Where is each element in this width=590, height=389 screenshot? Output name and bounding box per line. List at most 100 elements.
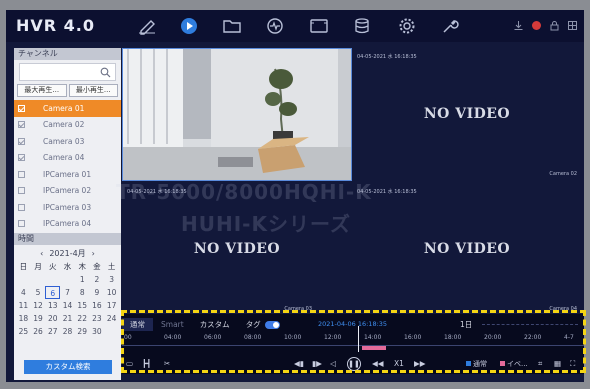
top-bar: HVR 4.0 — [6, 10, 584, 42]
camera-label: Camera 01 — [43, 103, 85, 113]
calendar-day[interactable]: 14 — [60, 299, 75, 312]
grid-icon[interactable] — [567, 20, 578, 31]
camera-checkbox[interactable] — [18, 104, 25, 112]
play-icon[interactable] — [178, 17, 200, 35]
camera-checkbox[interactable] — [18, 121, 25, 129]
calendar-day[interactable]: 21 — [60, 312, 75, 325]
calendar-day[interactable]: 17 — [104, 299, 119, 312]
pen-icon[interactable] — [136, 17, 158, 35]
folder-icon[interactable] — [221, 17, 243, 35]
channel-search-input[interactable] — [19, 63, 116, 81]
camera-label: Camera 02 — [549, 171, 577, 177]
calendar-day[interactable]: 28 — [60, 325, 75, 338]
time-header: 時間 — [14, 233, 121, 245]
camera-feed — [122, 48, 352, 181]
calendar-day[interactable]: 13 — [45, 299, 60, 312]
camera-label: IPCamera 02 — [43, 186, 92, 196]
calendar-day[interactable]: 23 — [90, 312, 105, 325]
min-playback-button[interactable]: 最小再生... — [68, 84, 118, 97]
video-cell-1[interactable] — [122, 48, 352, 183]
gear-icon[interactable] — [396, 17, 418, 35]
watermark-line-1: TR-5000/8000HQHI-K — [116, 180, 372, 204]
highlight-box — [121, 310, 586, 373]
download-icon[interactable] — [513, 20, 524, 31]
wrench-icon[interactable] — [439, 17, 461, 35]
calendar-month: 2021-4月 — [49, 249, 86, 258]
camera-list-item[interactable]: IPCamera 02 — [14, 183, 121, 200]
calendar-day[interactable]: 2 — [90, 273, 105, 286]
camera-list-item[interactable]: Camera 01 — [14, 100, 121, 117]
channel-header: チャンネル — [14, 48, 121, 60]
camera-list-item[interactable]: IPCamera 04 — [14, 216, 121, 233]
monitor-icon[interactable] — [308, 17, 330, 35]
no-video-text: NO VIDEO — [423, 241, 511, 257]
chevron-left-icon[interactable]: ‹ — [40, 249, 43, 258]
video-cell-4[interactable]: 04-05-2021 水 16:18:35 NO VIDEO Camera 04 — [352, 183, 582, 318]
calendar-day[interactable]: 18 — [16, 312, 31, 325]
calendar-day[interactable]: 8 — [75, 286, 90, 299]
calendar-day[interactable]: 24 — [104, 312, 119, 325]
calendar-day[interactable]: 19 — [31, 312, 46, 325]
camera-checkbox[interactable] — [18, 154, 25, 162]
camera-list: Camera 01 Camera 02 Camera 03 Camera 04 IPCa… — [14, 100, 121, 232]
weekday-label: 日 — [19, 262, 28, 271]
custom-search-button[interactable]: カスタム検索 — [24, 360, 112, 374]
weekday-label: 金 — [93, 262, 101, 271]
no-video-text: NO VIDEO — [193, 241, 281, 257]
calendar-day[interactable]: 27 — [45, 325, 60, 338]
camera-list-item[interactable]: IPCamera 01 — [14, 166, 121, 183]
app-title: HVR 4.0 — [16, 16, 96, 35]
calendar-day[interactable]: 11 — [16, 299, 31, 312]
camera-label: IPCamera 03 — [43, 202, 92, 212]
calendar-day — [31, 273, 46, 286]
camera-list-item[interactable]: Camera 03 — [14, 133, 121, 150]
calendar-day[interactable]: 4 — [16, 286, 31, 299]
camera-checkbox[interactable] — [18, 170, 25, 178]
camera-list-item[interactable]: IPCamera 03 — [14, 199, 121, 216]
camera-label: Camera 04 — [43, 153, 85, 163]
calendar-day[interactable]: 25 — [16, 325, 31, 338]
wave-icon[interactable] — [264, 17, 286, 35]
calendar-day[interactable]: 16 — [90, 299, 105, 312]
database-icon[interactable] — [351, 17, 373, 35]
weekday-label: 水 — [63, 262, 72, 271]
chevron-right-icon[interactable]: › — [92, 249, 95, 258]
calendar-day[interactable]: 22 — [75, 312, 90, 325]
calendar-day[interactable]: 30 — [90, 325, 105, 338]
camera-label: IPCamera 01 — [43, 169, 92, 179]
camera-list-item[interactable]: Camera 04 — [14, 150, 121, 167]
camera-label: IPCamera 04 — [43, 219, 92, 229]
camera-label: Camera 02 — [43, 120, 85, 130]
max-playback-button[interactable]: 最大再生... — [17, 84, 67, 97]
calendar-day[interactable]: 15 — [75, 299, 90, 312]
system-tray — [513, 20, 578, 31]
calendar-day[interactable]: 5 — [31, 286, 46, 299]
calendar-day[interactable]: 6 — [45, 286, 61, 299]
calendar-day[interactable]: 1 — [75, 273, 90, 286]
video-cell-2[interactable]: 04-05-2021 水 16:18:35 NO VIDEO Camera 02 — [352, 48, 582, 183]
calendar-day[interactable]: 29 — [75, 325, 90, 338]
calendar-day[interactable]: 10 — [104, 286, 119, 299]
alert-badge-icon[interactable] — [531, 20, 542, 31]
calendar-day[interactable]: 9 — [90, 286, 105, 299]
calendar-day[interactable]: 12 — [31, 299, 46, 312]
calendar-day[interactable]: 3 — [104, 273, 119, 286]
calendar-day[interactable]: 20 — [45, 312, 60, 325]
camera-checkbox[interactable] — [18, 137, 25, 145]
camera-checkbox[interactable] — [18, 187, 25, 195]
lock-icon[interactable] — [549, 20, 560, 31]
sidebar: チャンネル 最大再生... 最小再生... Camera 01 Camera 02… — [14, 48, 121, 380]
camera-list-item[interactable]: Camera 02 — [14, 117, 121, 134]
calendar-day[interactable]: 26 — [31, 325, 46, 338]
camera-checkbox[interactable] — [18, 203, 25, 211]
calendar-day[interactable]: 7 — [60, 286, 75, 299]
weekday-label: 木 — [78, 262, 86, 271]
camera-checkbox[interactable] — [18, 220, 25, 228]
search-icon[interactable] — [100, 67, 111, 78]
camera-label: Camera 03 — [43, 136, 85, 146]
watermark-line-2: HUHI-Kシリーズ — [181, 212, 351, 236]
playback-button-row: 最大再生... 最小再生... — [14, 84, 121, 97]
weekday-label: 火 — [49, 262, 57, 271]
calendar-grid: 日月火水木金土 1 2 3 4 5 6 7 8 9 10 11 12 13 14 15 16 17 18 19 20 21… — [14, 260, 121, 338]
weekday-label: 月 — [34, 262, 42, 271]
